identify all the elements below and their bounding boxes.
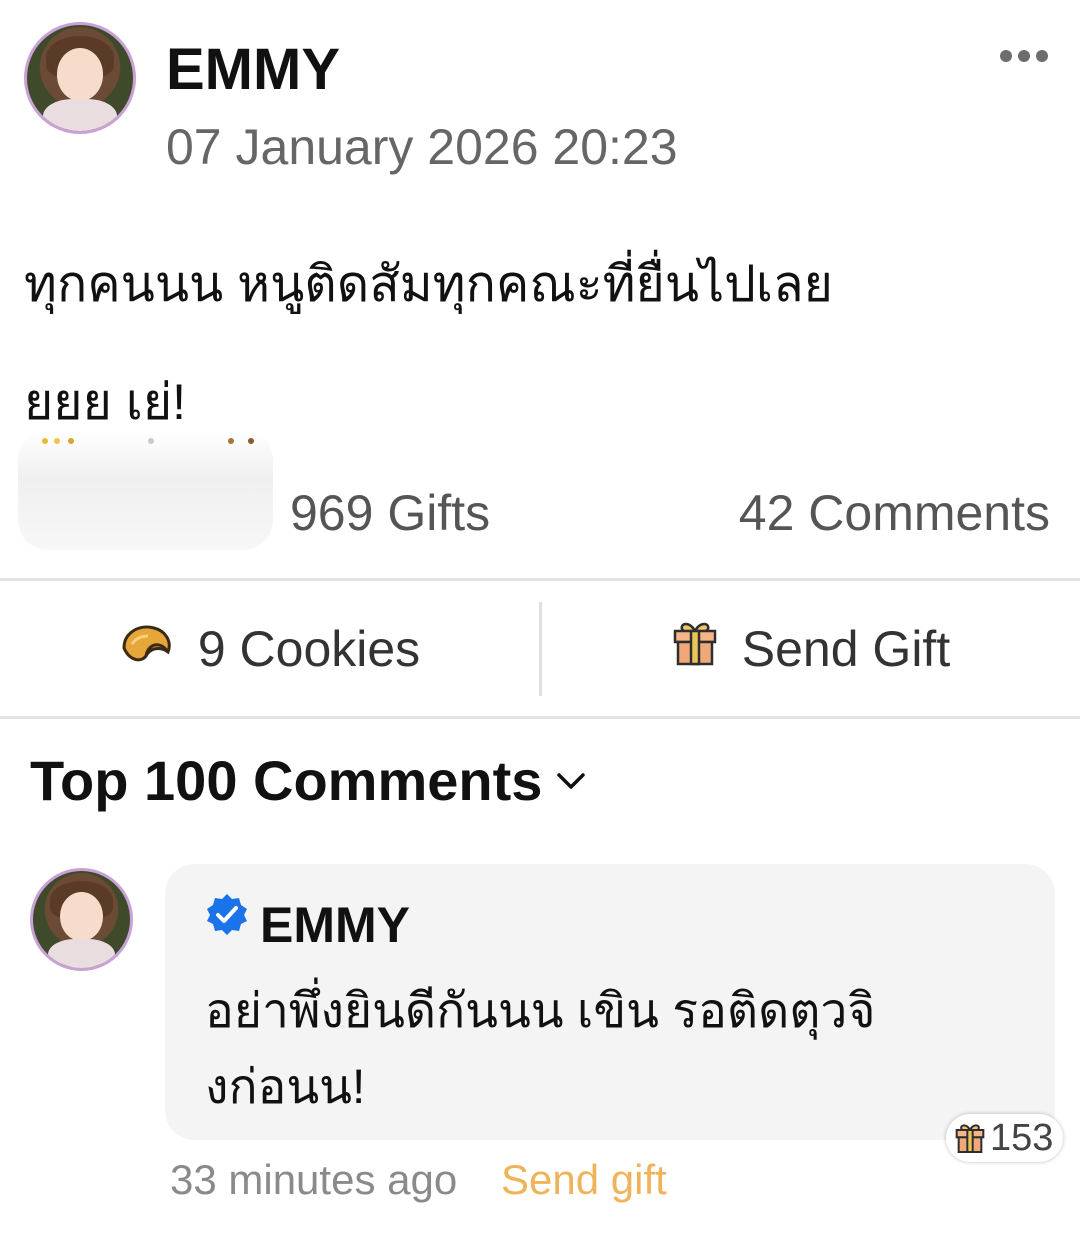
- comment-gift-count-badge[interactable]: 153: [946, 1114, 1064, 1162]
- comment-gift-count: 153: [990, 1116, 1054, 1159]
- post-timestamp: 07 January 2026 20:23: [166, 119, 678, 175]
- post-body-line: ทุกคนนน หนูติดสัมทุกคณะที่ยื่นไปเลย: [24, 256, 833, 312]
- divider: [0, 716, 1080, 719]
- gift-box-icon: [955, 1124, 985, 1153]
- chevron-down-icon: [557, 772, 586, 789]
- post-body: ทุกคนนน หนูติดสัมทุกคณะที่ยื่นไปเลย ยยย …: [24, 225, 1054, 461]
- comment-timestamp: 33 minutes ago: [170, 1156, 458, 1203]
- sparkle-icon: [54, 438, 60, 444]
- post-author-name[interactable]: EMMY: [166, 36, 340, 103]
- sparkle-icon: [228, 438, 234, 444]
- comment-author-avatar[interactable]: [30, 868, 133, 971]
- gift-box-icon: [672, 619, 718, 679]
- action-bar: 9 Cookies Send Gift: [0, 582, 1080, 716]
- sparkle-icon: [68, 438, 74, 444]
- comment-send-gift-link[interactable]: Send gift: [501, 1156, 667, 1204]
- cookies-label: 9 Cookies: [197, 621, 421, 677]
- verified-badge-icon: [207, 894, 247, 935]
- send-gift-button[interactable]: Send Gift: [542, 582, 1080, 716]
- sparkle-icon: [42, 438, 48, 444]
- comments-sort-dropdown[interactable]: Top 100 Comments: [30, 748, 586, 813]
- divider: [0, 578, 1080, 581]
- comments-header-title: Top 100 Comments: [30, 749, 543, 812]
- comment-text: อย่าพึ่งยินดีกันนน เขิน รอติดตุวจิงก่อนน…: [205, 985, 876, 1114]
- send-gift-label: Send Gift: [741, 621, 951, 677]
- comment-bubble[interactable]: EMMY อย่าพึ่งยินดีกันนน เขิน รอติดตุวจิง…: [165, 864, 1055, 1140]
- comments-count[interactable]: 42 Comments: [739, 484, 1050, 542]
- post-author-avatar[interactable]: [24, 22, 136, 134]
- cookies-button[interactable]: 9 Cookies: [0, 582, 540, 716]
- sparkle-icon: [148, 438, 154, 444]
- comment-author-name[interactable]: EMMY: [260, 896, 410, 954]
- sparkle-icon: [248, 438, 254, 444]
- more-options-icon[interactable]: [1000, 46, 1048, 66]
- gifts-count[interactable]: 969 Gifts: [290, 484, 490, 542]
- gift-reactions-strip[interactable]: [18, 430, 273, 550]
- fortune-cookie-icon: [120, 620, 174, 678]
